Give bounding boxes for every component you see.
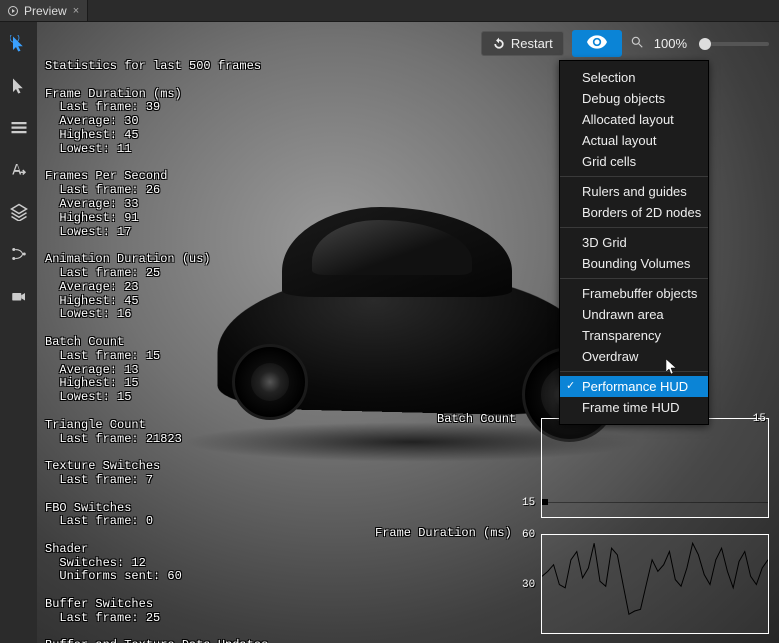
node-tool[interactable] xyxy=(7,242,31,266)
dropdown-item[interactable]: Frame time HUD xyxy=(560,397,708,418)
layers-tool[interactable] xyxy=(7,200,31,224)
tab-title: Preview xyxy=(24,4,67,18)
viewport[interactable]: Restart 100% SelectionDebug objectsAlloc… xyxy=(37,22,779,643)
select-tool[interactable] xyxy=(7,74,31,98)
dropdown-item[interactable]: Performance HUD xyxy=(560,376,708,397)
dropdown-separator xyxy=(560,176,708,177)
restart-icon xyxy=(492,37,506,51)
zoom-value: 100% xyxy=(654,36,687,51)
zoom-icon[interactable] xyxy=(630,35,644,52)
batch-count-chart: 15 15 xyxy=(541,418,769,518)
play-icon xyxy=(8,6,18,16)
stats-overlay: Statistics for last 500 frames Frame Dur… xyxy=(45,60,268,643)
dropdown-item[interactable]: Rulers and guides xyxy=(560,181,708,202)
dropdown-separator xyxy=(560,227,708,228)
zoom-slider[interactable] xyxy=(699,42,769,46)
dropdown-item[interactable]: Actual layout xyxy=(560,130,708,151)
text-tool[interactable] xyxy=(7,158,31,182)
dropdown-item[interactable]: Overdraw xyxy=(560,346,708,367)
preview-tab[interactable]: Preview × xyxy=(0,0,88,21)
main-area: Restart 100% SelectionDebug objectsAlloc… xyxy=(0,22,779,643)
dropdown-item[interactable]: Allocated layout xyxy=(560,109,708,130)
tick: 15 xyxy=(522,497,535,509)
dropdown-item[interactable]: 3D Grid xyxy=(560,232,708,253)
tick: 30 xyxy=(522,579,535,591)
dropdown-item[interactable]: Framebuffer objects xyxy=(560,283,708,304)
dropdown-separator xyxy=(560,371,708,372)
interact-tool[interactable] xyxy=(7,32,31,56)
camera-tool[interactable] xyxy=(7,284,31,308)
dropdown-item[interactable]: Debug objects xyxy=(560,88,708,109)
mouse-cursor-icon xyxy=(666,359,678,375)
tick: 60 xyxy=(522,529,535,541)
visibility-menu-button[interactable] xyxy=(572,30,622,57)
tick: 15 xyxy=(753,413,766,425)
frame-duration-chart: 60 30 xyxy=(541,534,769,634)
tab-bar: Preview × xyxy=(0,0,779,22)
chart-label-batch: Batch Count xyxy=(437,412,516,426)
visibility-dropdown: SelectionDebug objectsAllocated layoutAc… xyxy=(559,60,709,425)
restart-button[interactable]: Restart xyxy=(481,31,564,56)
dropdown-item[interactable]: Selection xyxy=(560,67,708,88)
chart-label-frame: Frame Duration (ms) xyxy=(375,526,512,540)
dropdown-item[interactable]: Bounding Volumes xyxy=(560,253,708,274)
viewport-toolbar: Restart 100% xyxy=(481,30,769,57)
sidebar xyxy=(0,22,37,643)
grid-tool[interactable] xyxy=(7,116,31,140)
restart-label: Restart xyxy=(511,36,553,51)
eye-icon xyxy=(587,35,607,52)
dropdown-item[interactable]: Undrawn area xyxy=(560,304,708,325)
dropdown-item[interactable]: Transparency xyxy=(560,325,708,346)
close-icon[interactable]: × xyxy=(73,5,79,17)
dropdown-separator xyxy=(560,278,708,279)
dropdown-item[interactable]: Grid cells xyxy=(560,151,708,172)
dropdown-item[interactable]: Borders of 2D nodes xyxy=(560,202,708,223)
